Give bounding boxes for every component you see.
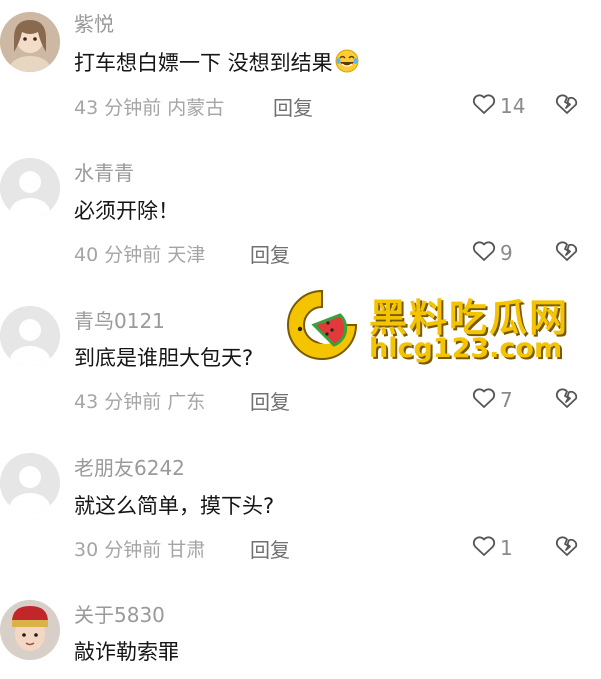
username[interactable]: 紫悦 bbox=[74, 8, 114, 37]
reply-button[interactable]: 回复 bbox=[273, 92, 313, 121]
comment-text: 敲诈勒索罪 bbox=[74, 640, 179, 664]
watermelon-logo-icon bbox=[282, 285, 362, 365]
reply-button[interactable]: 回复 bbox=[250, 534, 290, 563]
like-count: 9 bbox=[500, 241, 513, 265]
user-avatar[interactable] bbox=[0, 158, 60, 218]
dislike-button[interactable] bbox=[555, 535, 579, 557]
comment-text: 打车想白嫖一下 没想到结果 bbox=[74, 47, 359, 78]
watermark: 黑料吃瓜网 hlcg123.com bbox=[282, 285, 592, 375]
like-button[interactable]: 14 bbox=[472, 93, 525, 119]
username[interactable]: 关于5830 bbox=[74, 599, 165, 628]
time-location: 43 分钟前 内蒙古 bbox=[74, 97, 225, 119]
heart-outline-icon bbox=[472, 387, 496, 413]
broken-heart-icon bbox=[555, 535, 579, 557]
comment-text: 到底是谁胆大包天? bbox=[74, 346, 254, 370]
time-location: 40 分钟前 天津 bbox=[74, 244, 206, 266]
dislike-button[interactable] bbox=[555, 387, 579, 409]
like-button[interactable]: 9 bbox=[472, 240, 513, 266]
user-avatar[interactable] bbox=[0, 600, 60, 660]
time-location: 30 分钟前 甘肃 bbox=[74, 539, 206, 561]
user-avatar[interactable] bbox=[0, 453, 60, 513]
user-avatar[interactable] bbox=[0, 12, 60, 72]
dislike-button[interactable] bbox=[555, 93, 579, 115]
watermark-url: hlcg123.com bbox=[369, 333, 563, 364]
comment-text: 必须开除！ bbox=[74, 199, 179, 223]
like-count: 14 bbox=[500, 94, 526, 118]
like-count: 1 bbox=[500, 536, 513, 560]
like-count: 7 bbox=[500, 388, 513, 412]
heart-outline-icon bbox=[472, 93, 496, 119]
like-button[interactable]: 1 bbox=[472, 535, 513, 561]
username[interactable]: 青鸟0121 bbox=[74, 305, 165, 334]
comment-text-content: 打车想白嫖一下 没想到结果 bbox=[74, 51, 333, 75]
laughing-tears-emoji-icon bbox=[335, 49, 359, 78]
reply-button[interactable]: 回复 bbox=[250, 386, 290, 415]
broken-heart-icon bbox=[555, 240, 579, 262]
dislike-button[interactable] bbox=[555, 240, 579, 262]
comment-text: 就这么简单，摸下头? bbox=[74, 494, 275, 518]
heart-outline-icon bbox=[472, 535, 496, 561]
like-button[interactable]: 7 bbox=[472, 387, 513, 413]
heart-outline-icon bbox=[472, 240, 496, 266]
username[interactable]: 水青青 bbox=[74, 157, 134, 186]
username[interactable]: 老朋友6242 bbox=[74, 452, 185, 481]
time-location: 43 分钟前 广东 bbox=[74, 391, 206, 413]
broken-heart-icon bbox=[555, 387, 579, 409]
broken-heart-icon bbox=[555, 93, 579, 115]
user-avatar[interactable] bbox=[0, 306, 60, 366]
reply-button[interactable]: 回复 bbox=[250, 239, 290, 268]
